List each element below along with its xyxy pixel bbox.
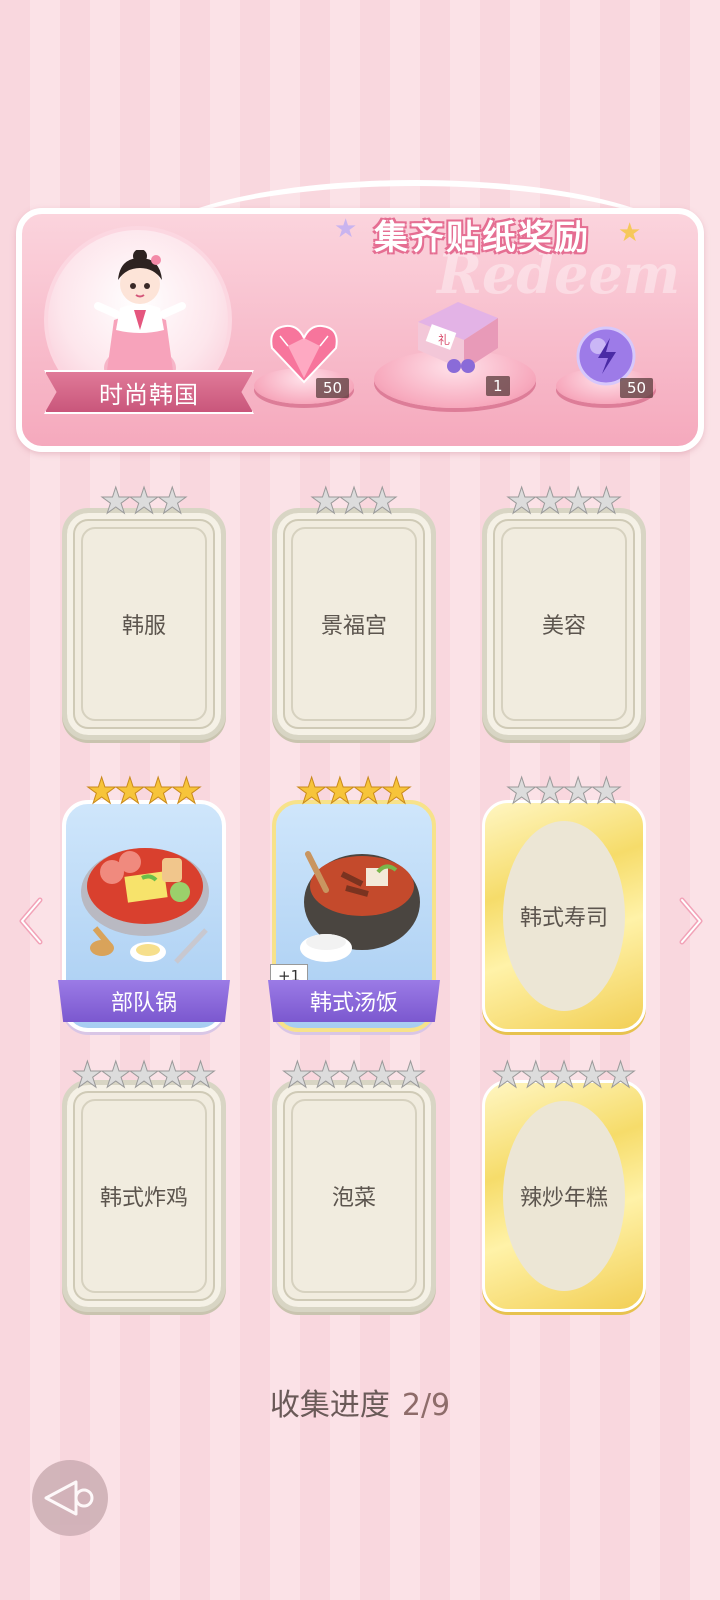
banner-title: 集齐贴纸奖励	[374, 218, 590, 258]
card-label: 韩式汤饭	[309, 991, 398, 1016]
purple-star-icon: ★	[334, 214, 358, 244]
progress-value: 2/9	[401, 1388, 451, 1423]
card-name-ribbon: 韩式汤饭	[268, 980, 440, 1022]
soup-rice-bowl-icon	[300, 851, 420, 962]
collection-progress: 收集进度 2/9	[0, 1380, 720, 1424]
silver-star-icon: ★	[590, 481, 623, 522]
army-stew-pot-icon	[81, 848, 209, 964]
star-rating: ★ ★ ★ ★ ★	[482, 1055, 646, 1096]
sticker-card-soup-rice[interactable]: +1 韩式汤饭	[268, 800, 440, 1032]
sticker-card-beauty[interactable]: 美容	[482, 508, 646, 740]
pink-heart-gem-icon[interactable]	[268, 322, 340, 386]
star-rating: ★ ★ ★ ★	[272, 771, 436, 812]
reward-count-badge: 1	[486, 376, 510, 396]
sticker-card-palace[interactable]: 景福宫	[272, 508, 436, 740]
hanbok-girl-icon	[94, 250, 186, 390]
silver-star-icon: ★	[156, 481, 189, 522]
star-rating: ★ ★ ★	[62, 481, 226, 522]
gold-star-icon: ★	[170, 771, 203, 812]
card-label: 韩式寿司	[519, 906, 608, 931]
reward-count-badge: 50	[316, 378, 350, 398]
progress-label: 收集进度	[269, 1388, 390, 1423]
reward-count-badge: 50	[620, 378, 654, 398]
sticker-card-army-stew[interactable]: 部队锅	[58, 800, 230, 1032]
sticker-card-hanbok[interactable]: 韩服	[62, 508, 226, 740]
card-name-ribbon: 部队锅	[58, 980, 230, 1022]
star-rating: ★ ★ ★ ★	[482, 771, 646, 812]
sticker-card-kimchi[interactable]: 泡菜	[272, 1080, 436, 1312]
silver-star-icon: ★	[590, 771, 623, 812]
star-rating: ★ ★ ★ ★ ★	[272, 1055, 436, 1096]
gold-star-icon: ★	[380, 771, 413, 812]
region-name: 时尚韩国	[99, 380, 199, 409]
card-label: 美容	[541, 614, 586, 639]
prev-page-arrow-icon[interactable]	[16, 896, 46, 946]
silver-star-icon: ★	[394, 1055, 427, 1096]
gift-box-icon[interactable]: 礼	[408, 292, 504, 374]
silver-star-icon: ★	[184, 1055, 217, 1096]
silver-star-icon: ★	[366, 481, 399, 522]
card-label: 辣炒年糕	[519, 1186, 608, 1211]
star-rating: ★ ★ ★	[272, 481, 436, 522]
sticker-card-kimbap[interactable]: 韩式寿司	[482, 800, 646, 1032]
gold-star-icon: ★	[618, 218, 642, 248]
card-label: 韩式炸鸡	[99, 1186, 188, 1211]
sticker-card-tteokbokki[interactable]: 辣炒年糕	[482, 1080, 646, 1312]
back-button[interactable]	[32, 1460, 108, 1536]
card-label: 泡菜	[331, 1186, 376, 1211]
card-label: 景福宫	[320, 614, 387, 639]
star-rating: ★ ★ ★ ★	[62, 771, 226, 812]
region-name-ribbon: 时尚韩国	[44, 370, 254, 414]
next-page-arrow-icon[interactable]	[676, 896, 706, 946]
svg-text:礼: 礼	[438, 332, 450, 347]
star-rating: ★ ★ ★ ★ ★	[62, 1055, 226, 1096]
card-label: 部队锅	[110, 991, 177, 1016]
reward-banner: Redeem ★ ★ 集齐贴纸奖励 时尚韩国 50 礼 1 50	[16, 180, 704, 452]
silver-star-icon: ★	[604, 1055, 637, 1096]
star-rating: ★ ★ ★ ★	[482, 481, 646, 522]
card-label: 韩服	[121, 614, 166, 639]
back-arrow-icon	[44, 1480, 94, 1516]
sticker-card-fried-chicken[interactable]: 韩式炸鸡	[62, 1080, 226, 1312]
